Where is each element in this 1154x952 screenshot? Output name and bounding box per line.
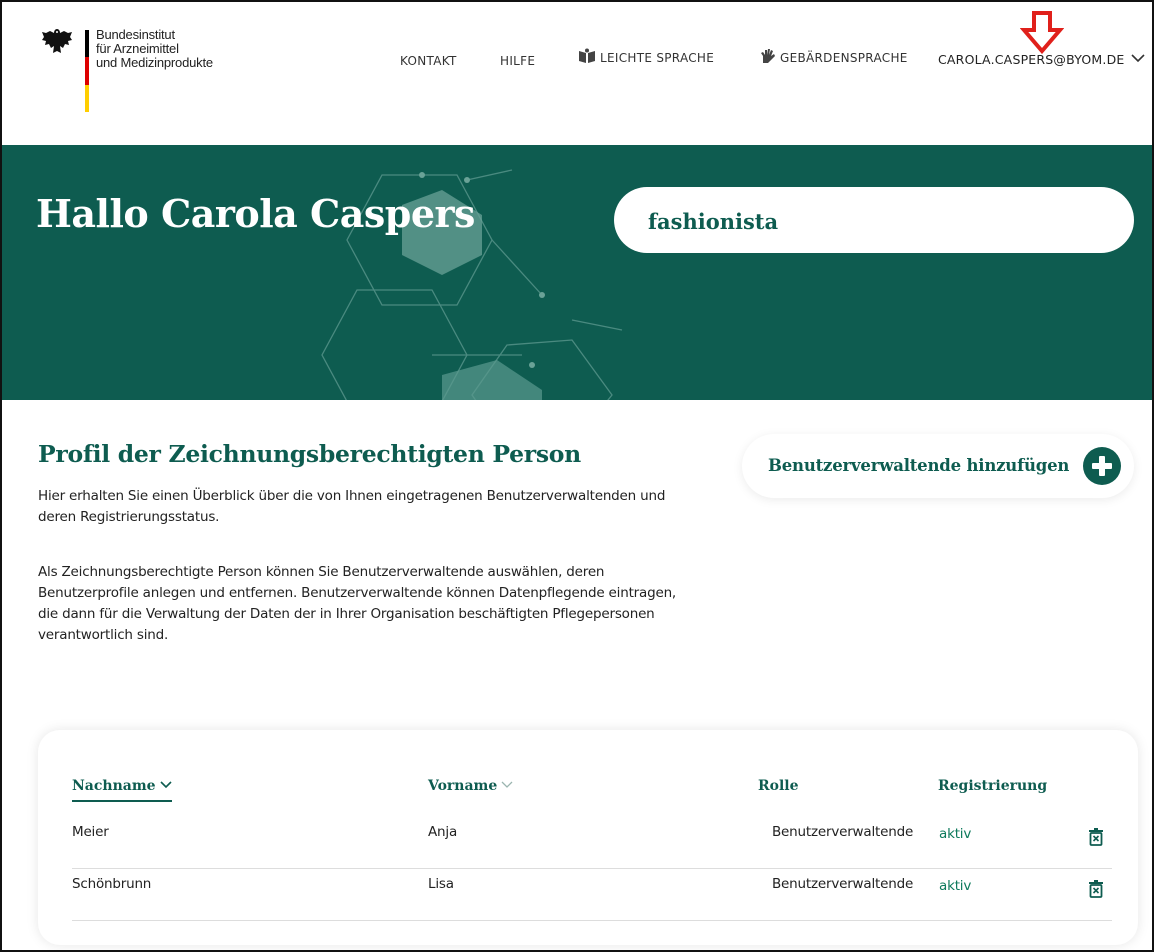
chevron-down-icon xyxy=(1130,54,1145,63)
eagle-icon xyxy=(42,29,72,53)
logo-text: Bundesinstitut für Arzneimittel und Medi… xyxy=(96,27,213,70)
user-admin-table: Nachname Vorname Rolle Registrierung Mei… xyxy=(38,730,1138,945)
hand-icon xyxy=(761,49,775,63)
user-menu[interactable]: CAROLA.CASPERS@BYOM.DE xyxy=(938,52,1145,67)
column-header-vorname[interactable]: Vorname xyxy=(428,778,513,794)
nav-gebaerdensprache-label: GEBÄRDENSPRACHE xyxy=(780,51,908,65)
page-title: Profil der Zeichnungsberechtigten Person xyxy=(38,440,581,468)
search-input[interactable] xyxy=(646,201,1110,241)
search-box[interactable] xyxy=(614,187,1134,253)
hero-banner: Hallo Carola Caspers xyxy=(2,145,1152,400)
bfarm-logo[interactable]: Bundesinstitut für Arzneimittel und Medi… xyxy=(40,26,240,116)
add-user-admin-label: Benutzerverwaltende hinzufügen xyxy=(768,456,1070,475)
table-row[interactable]: Schönbrunn Lisa Benutzerverwaltende akti… xyxy=(72,876,1112,921)
cell-vorname: Anja xyxy=(428,824,458,840)
column-header-registrierung: Registrierung xyxy=(938,778,1048,794)
column-label-nachname: Nachname xyxy=(72,778,156,794)
column-header-rolle: Rolle xyxy=(758,778,799,794)
description-paragraph: Als Zeichnungsberechtigte Person können … xyxy=(38,564,677,643)
cell-nachname: Meier xyxy=(72,824,109,840)
site-header: Bundesinstitut für Arzneimittel und Medi… xyxy=(2,2,1152,145)
add-user-admin-button[interactable]: Benutzerverwaltende hinzufügen xyxy=(742,434,1134,498)
red-arrow-down-icon xyxy=(1020,11,1064,54)
hero-greeting: Hallo Carola Caspers xyxy=(36,191,475,236)
cell-nachname: Schönbrunn xyxy=(72,876,152,892)
user-email: CAROLA.CASPERS@BYOM.DE xyxy=(938,52,1125,67)
chevron-down-icon xyxy=(501,781,513,788)
browser-viewport: Bundesinstitut für Arzneimittel und Medi… xyxy=(0,0,1154,952)
nav-kontakt[interactable]: KONTAKT xyxy=(400,54,457,68)
book-icon xyxy=(579,48,595,63)
german-flag-bar xyxy=(85,30,89,112)
nav-gebaerdensprache[interactable]: GEBÄRDENSPRACHE xyxy=(760,48,908,65)
table-row[interactable]: Meier Anja Benutzerverwaltende aktiv xyxy=(72,824,1112,869)
column-label-vorname: Vorname xyxy=(428,778,498,794)
cell-registrierung: aktiv xyxy=(939,826,972,842)
hexagon-pattern-decoration xyxy=(321,169,623,400)
trash-icon[interactable] xyxy=(1088,880,1104,898)
nav-hilfe[interactable]: HILFE xyxy=(500,54,535,68)
trash-icon[interactable] xyxy=(1088,828,1104,846)
cell-registrierung: aktiv xyxy=(939,878,972,894)
nav-leichte-sprache[interactable]: LEICHTE SPRACHE xyxy=(578,48,714,65)
cell-rolle: Benutzerverwaltende xyxy=(772,876,914,892)
cell-rolle: Benutzerverwaltende xyxy=(772,824,914,840)
intro-paragraph: Hier erhalten Sie einen Überblick über d… xyxy=(38,488,666,525)
plus-circle-icon xyxy=(1083,447,1121,485)
chevron-down-icon xyxy=(159,781,172,789)
nav-leichte-sprache-label: LEICHTE SPRACHE xyxy=(600,51,715,65)
cell-vorname: Lisa xyxy=(428,876,454,892)
column-header-nachname[interactable]: Nachname xyxy=(72,778,172,802)
